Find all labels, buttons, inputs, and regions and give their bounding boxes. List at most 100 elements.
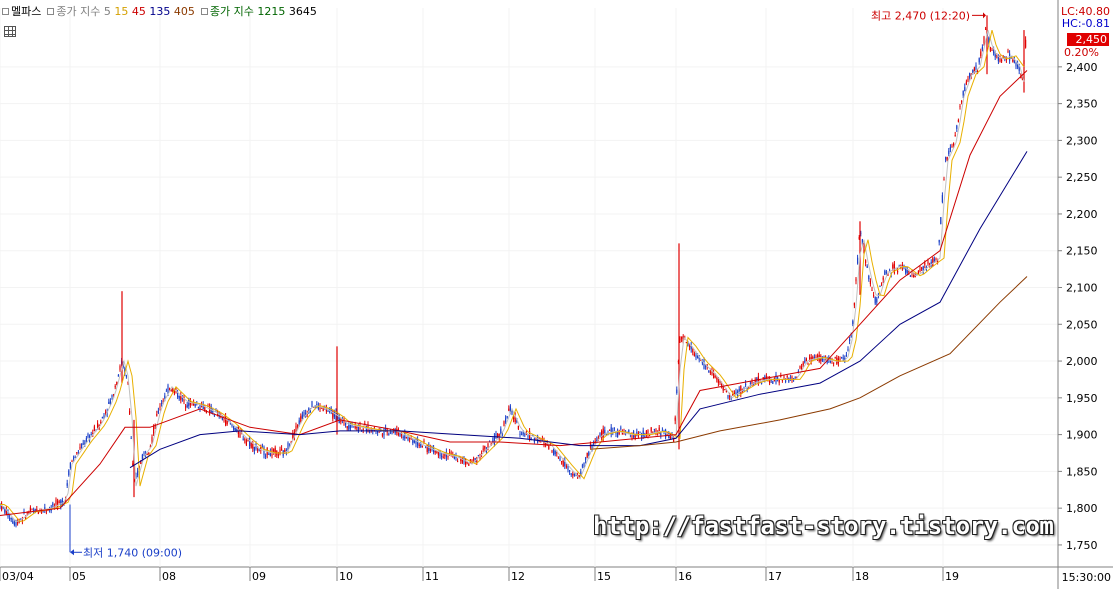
- candle-body: [927, 261, 929, 264]
- candle-body: [151, 437, 153, 442]
- legend-ma-group: 종가 지수 5 15 45 135 405: [47, 3, 195, 19]
- candle-body: [989, 47, 991, 51]
- candle-body: [964, 87, 966, 92]
- candle-body: [868, 275, 870, 280]
- candle-body: [932, 257, 934, 267]
- legend-ma-45: 45: [131, 5, 146, 18]
- candle-body: [79, 446, 81, 449]
- candle-body: [73, 457, 75, 459]
- candle-body: [12, 521, 14, 524]
- candle-body: [783, 376, 785, 378]
- candle-body: [740, 385, 742, 394]
- x-tick-label: 09: [252, 570, 266, 583]
- candle-body: [953, 143, 955, 145]
- legend-ma-label: 종가 지수: [56, 5, 101, 18]
- candle-body: [511, 411, 513, 415]
- candle-body: [505, 418, 507, 422]
- y-tick-label: 2,350: [1066, 98, 1098, 111]
- candle-body: [178, 395, 180, 399]
- candle-body: [148, 452, 150, 454]
- candle-body: [137, 470, 139, 476]
- legend-toggle-icon[interactable]: [2, 8, 9, 15]
- candle-body: [265, 455, 267, 457]
- candle-body: [980, 51, 982, 56]
- legend-ma-135: 135: [149, 5, 171, 18]
- candle-body: [641, 434, 643, 440]
- candle-body: [389, 432, 391, 434]
- legend-vol-3645: 3645: [288, 5, 317, 18]
- candle-body: [839, 358, 841, 360]
- candle-body: [362, 429, 364, 431]
- candle-body: [1001, 59, 1003, 62]
- y-tick-label: 1,850: [1066, 465, 1098, 478]
- candle-body: [156, 414, 158, 416]
- candle-body: [157, 410, 159, 413]
- candle-body: [524, 434, 526, 436]
- end-time-label: 15:30:00: [1061, 571, 1111, 584]
- candle-body: [799, 365, 801, 369]
- candle-body: [412, 439, 414, 444]
- candle-body: [125, 375, 127, 377]
- y-tick-label: 1,750: [1066, 539, 1098, 552]
- candle-body: [527, 435, 529, 437]
- candle-body: [921, 267, 923, 269]
- candle-body: [761, 382, 763, 384]
- candle-body: [572, 473, 574, 476]
- candle-body: [249, 438, 251, 446]
- legend-ma-405: 405: [173, 5, 195, 18]
- candle-body: [685, 341, 687, 344]
- x-tick-label: 05: [72, 570, 86, 583]
- candle-body: [298, 420, 300, 425]
- candle-body: [559, 458, 561, 461]
- candle-body: [1012, 60, 1014, 62]
- candle-body: [969, 73, 971, 78]
- candle-body: [165, 390, 167, 392]
- candle-body: [957, 120, 959, 122]
- candle-body: [517, 425, 519, 429]
- y-tick-label: 1,950: [1066, 392, 1098, 405]
- candle-body: [9, 518, 11, 520]
- candle-body: [66, 483, 68, 486]
- candle-body: [519, 433, 521, 435]
- candle-body: [87, 433, 89, 438]
- candle-body: [141, 454, 143, 460]
- candle-body: [855, 278, 857, 282]
- candle-body: [257, 449, 259, 451]
- candle-body: [804, 360, 806, 363]
- candle-body: [639, 432, 641, 434]
- candle-body: [852, 320, 854, 324]
- candle-body: [897, 270, 899, 273]
- candle-body: [620, 427, 622, 429]
- legend-title-group: 멜파스: [2, 3, 41, 19]
- candle-body: [93, 426, 95, 431]
- candle-body: [881, 283, 883, 285]
- candle-body: [850, 335, 852, 337]
- table-grid-icon[interactable]: [4, 26, 16, 37]
- candle-body: [13, 522, 15, 526]
- candle-body: [146, 453, 148, 455]
- candle-body: [433, 447, 435, 453]
- y-tick-label: 2,000: [1066, 355, 1098, 368]
- candle-body: [420, 444, 422, 447]
- candle-body: [801, 366, 803, 370]
- candle-body: [951, 145, 953, 147]
- candle-body: [943, 179, 945, 181]
- legend-ma-toggle-icon[interactable]: [47, 8, 55, 15]
- candle-body: [441, 455, 443, 457]
- x-tick-label: 18: [855, 570, 869, 583]
- y-tick-label: 2,400: [1066, 61, 1098, 74]
- candle-body: [506, 416, 508, 418]
- candle-body: [186, 404, 188, 408]
- candle-body: [185, 406, 187, 408]
- candle-body: [279, 449, 281, 455]
- candle-body: [879, 285, 881, 287]
- candle-body: [143, 452, 145, 454]
- legend-vol-toggle-icon[interactable]: [200, 8, 208, 15]
- candle-body: [871, 290, 873, 292]
- candle-body: [554, 450, 556, 455]
- candle-body: [301, 414, 303, 419]
- candle-body: [948, 150, 950, 155]
- candle-body: [636, 432, 638, 434]
- high-annotation: 최고 2,470 (12:20): [871, 9, 970, 22]
- candle-body: [495, 433, 497, 439]
